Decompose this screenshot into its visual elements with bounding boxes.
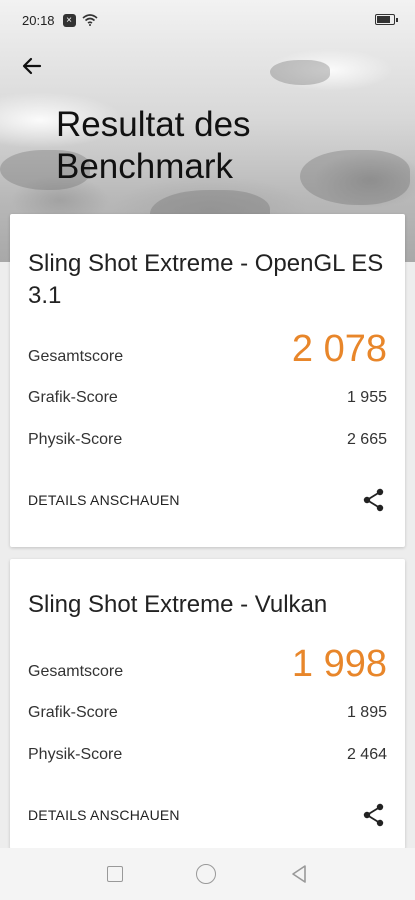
graphics-score-row: Grafik-Score 1 895	[28, 704, 387, 722]
physics-score-value: 2 464	[346, 746, 387, 763]
total-score-value: 1 998	[291, 643, 387, 685]
details-row: DETAILS ANSCHAUEN	[28, 802, 387, 828]
system-nav-bar	[0, 848, 415, 900]
graphics-score-label: Grafik-Score	[28, 389, 118, 406]
physics-score-value: 2 665	[346, 431, 387, 448]
test-name: Sling Shot Extreme - Vulkan	[28, 591, 328, 618]
physics-score-row: Physik-Score 2 464	[28, 746, 387, 764]
nav-home-icon[interactable]	[196, 864, 217, 884]
test-name: Sling Shot Extreme - OpenGL ES 3.1	[28, 250, 384, 309]
total-score-label: Gesamtscore	[28, 348, 124, 365]
status-time: 20:18	[22, 12, 55, 28]
graphics-score-row: Grafik-Score 1 955	[28, 389, 387, 407]
result-card-opengl: Sling Shot Extreme - OpenGL ES 3.1 Gesam…	[10, 214, 405, 547]
total-score-value: 2 078	[291, 328, 387, 370]
battery-icon	[375, 14, 398, 25]
page-title: Resultat des Benchmark	[56, 105, 251, 186]
physics-score-label: Physik-Score	[28, 746, 123, 763]
share-icon[interactable]	[361, 802, 387, 828]
nav-recents-icon[interactable]	[106, 866, 123, 882]
total-score-row: Gesamtscore 2 078	[28, 328, 387, 371]
details-button[interactable]: DETAILS ANSCHAUEN	[28, 492, 180, 508]
rock-shape	[270, 60, 330, 85]
notification-icon: ×	[62, 13, 76, 27]
result-card-vulkan: Sling Shot Extreme - Vulkan Gesamtscore …	[10, 559, 405, 849]
status-bar: 20:18 ×	[0, 0, 415, 40]
wifi-icon	[82, 14, 98, 26]
details-row: DETAILS ANSCHAUEN	[28, 487, 387, 513]
share-icon[interactable]	[361, 487, 387, 513]
total-score-label: Gesamtscore	[28, 663, 124, 680]
graphics-score-value: 1 895	[346, 704, 387, 721]
graphics-score-value: 1 955	[346, 389, 387, 406]
physics-score-label: Physik-Score	[28, 431, 123, 448]
back-arrow-icon[interactable]	[18, 52, 46, 80]
total-score-row: Gesamtscore 1 998	[28, 643, 387, 686]
graphics-score-label: Grafik-Score	[28, 704, 118, 721]
details-button[interactable]: DETAILS ANSCHAUEN	[28, 807, 180, 823]
physics-score-row: Physik-Score 2 665	[28, 431, 387, 449]
nav-back-icon[interactable]	[290, 864, 308, 884]
